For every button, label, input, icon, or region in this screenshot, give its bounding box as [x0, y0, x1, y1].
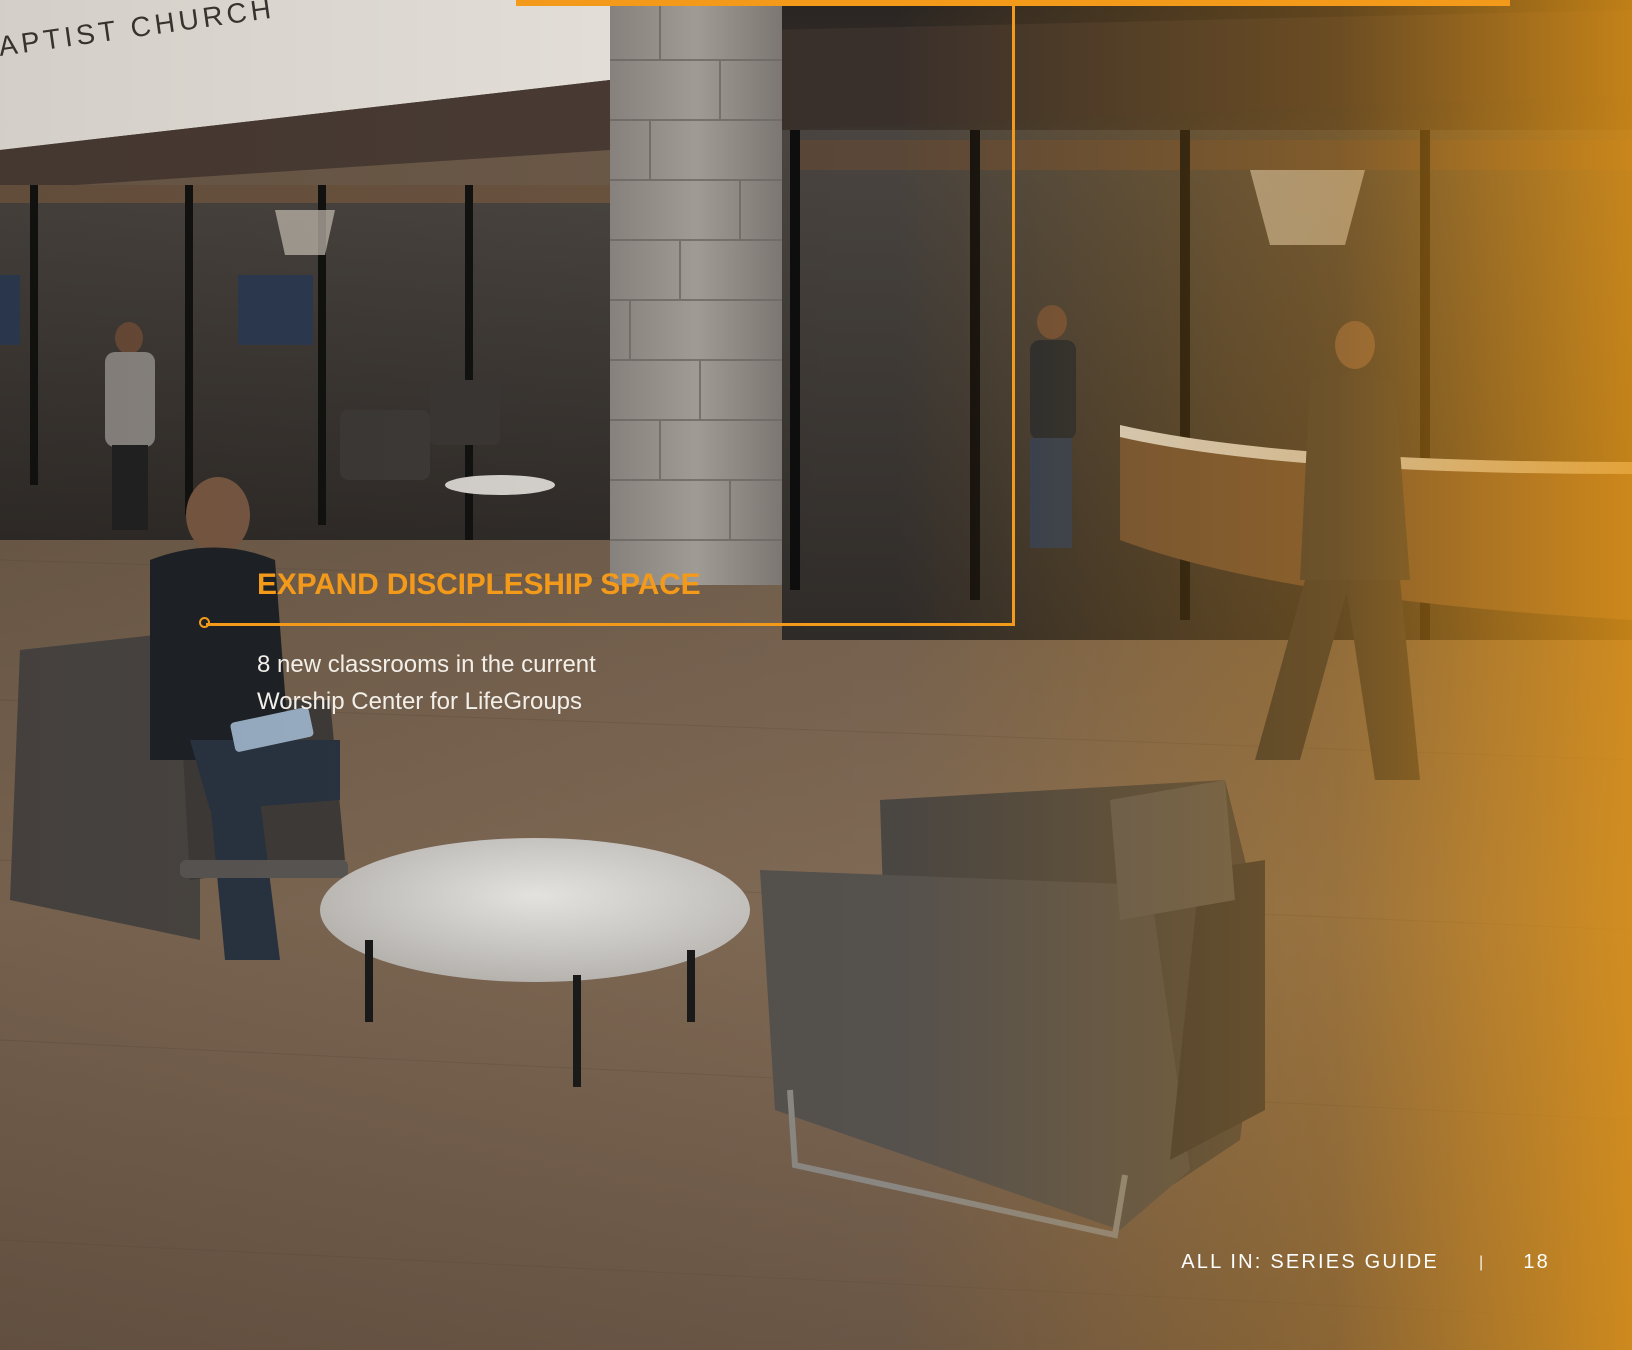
callout-vertical-line	[1012, 0, 1015, 626]
callout-horizontal-line	[206, 623, 1015, 626]
lobby-rendering-image: APTIST CHURCH	[0, 0, 1632, 1350]
callout-dot-icon	[199, 617, 210, 628]
footer-separator: |	[1478, 1253, 1486, 1271]
footer-guide-label: ALL IN: SERIES GUIDE	[1181, 1251, 1439, 1273]
page-footer: ALL IN: SERIES GUIDE | 18	[1181, 1251, 1550, 1274]
page: APTIST CHURCH EXPAND DISCIPLESHIP SPACE …	[0, 0, 1632, 1350]
callout-body: 8 new classrooms in the current Worship …	[257, 646, 677, 720]
callout-body-line-1: 8 new classrooms in the current	[257, 651, 596, 678]
callout-body-line-2: Worship Center for LifeGroups	[257, 688, 583, 715]
callout-title: EXPAND DISCIPLESHIP SPACE	[257, 568, 701, 601]
page-number: 18	[1523, 1251, 1550, 1273]
